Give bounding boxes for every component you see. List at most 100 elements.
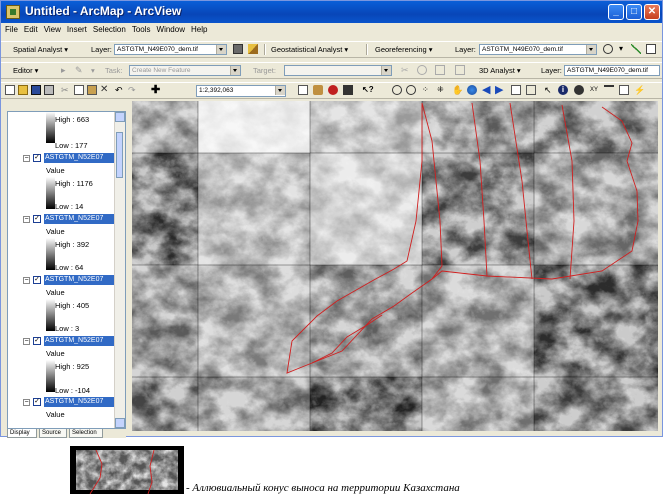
identify-icon[interactable]: i <box>558 85 568 95</box>
select-features-icon[interactable] <box>511 85 521 95</box>
layer-name[interactable]: ASTGTM_N52E07 <box>44 397 125 407</box>
title-bar: Untitled - ArcMap - ArcView _ □ ✕ <box>1 1 662 23</box>
forward-extent-icon[interactable]: ▶ <box>495 85 505 96</box>
redo-icon[interactable]: ↷ <box>128 85 138 95</box>
elevation-color-ramp <box>46 360 55 392</box>
rotate-icon[interactable] <box>603 44 613 54</box>
scroll-thumb[interactable] <box>116 132 123 178</box>
collapse-icon[interactable]: − <box>23 277 30 284</box>
split-tool-icon[interactable]: ✂ <box>401 65 411 75</box>
arctoolbox-icon[interactable] <box>313 85 323 95</box>
hyperlink-icon[interactable] <box>619 85 629 95</box>
sketch-properties-icon[interactable] <box>455 65 465 75</box>
paste-icon[interactable] <box>87 85 97 95</box>
menu-file[interactable]: File <box>1 23 20 34</box>
toc-scrollbar[interactable] <box>114 112 125 428</box>
pan-icon[interactable]: ✋ <box>452 85 463 95</box>
menu-edit[interactable]: Edit <box>20 23 40 34</box>
minimize-button[interactable]: _ <box>608 4 624 20</box>
sketch-dropdown-icon[interactable]: ▾ <box>91 65 95 76</box>
select-elements-icon[interactable]: ↖ <box>544 85 554 95</box>
fixed-zoom-out-icon[interactable]: ⁜ <box>437 85 447 95</box>
collapse-icon[interactable]: − <box>23 338 30 345</box>
menu-tools[interactable]: Tools <box>128 23 153 34</box>
layer-name[interactable]: ASTGTM_N52E07 <box>44 336 125 346</box>
save-icon[interactable] <box>31 85 41 95</box>
tab-source[interactable]: Source <box>39 429 67 438</box>
undo-icon[interactable]: ↶ <box>115 85 125 95</box>
cut-icon[interactable]: ✂ <box>61 85 71 95</box>
new-document-icon[interactable] <box>5 85 15 95</box>
standard-toolbar: ✂ ✕ ↶ ↷ ✚ 1:2,392,063 ↖? ⁘ ⁜ ✋ ◀ ▶ ↖ i X… <box>1 82 662 99</box>
3d-layer-select[interactable]: ASTGTM_N49E070_dem.tif <box>564 65 660 76</box>
close-button[interactable]: ✕ <box>644 4 660 20</box>
tab-selection[interactable]: Selection <box>69 429 103 438</box>
editor-menu[interactable]: Editor ▾ <box>13 65 38 76</box>
chevron-down-icon <box>216 45 226 54</box>
histogram-icon[interactable] <box>233 44 243 54</box>
arccatalog-icon[interactable] <box>328 85 338 95</box>
layer-visibility-checkbox[interactable]: ✓ <box>33 215 41 223</box>
print-icon[interactable] <box>44 85 54 95</box>
go-to-xy-icon[interactable]: XY <box>590 85 600 95</box>
layer-visibility-checkbox[interactable]: ✓ <box>33 154 41 162</box>
tab-display[interactable]: Display <box>7 429 37 438</box>
open-folder-icon[interactable] <box>18 85 28 95</box>
collapse-icon[interactable]: − <box>23 216 30 223</box>
layer-name[interactable]: ASTGTM_N52E07 <box>44 275 125 285</box>
lightning-icon[interactable]: ⚡ <box>634 85 645 95</box>
task-label: Task: <box>105 66 123 75</box>
layer-visibility-checkbox[interactable]: ✓ <box>33 276 41 284</box>
collapse-icon[interactable]: − <box>23 399 30 406</box>
back-extent-icon[interactable]: ◀ <box>482 85 492 96</box>
whats-this-icon[interactable]: ↖? <box>362 85 374 95</box>
edit-tool-icon[interactable]: ▸ <box>61 65 71 75</box>
spatial-layer-select[interactable]: ASTGTM_N49E070_dem.tif <box>114 44 227 55</box>
scroll-down-icon[interactable] <box>115 418 125 428</box>
georef-layer-select[interactable]: ASTGTM_N49E070_dem.tif <box>479 44 597 55</box>
high-value-label: High : 405 <box>55 301 90 310</box>
menu-help[interactable]: Help <box>187 23 209 34</box>
layer-name[interactable]: ASTGTM_N52E07 <box>44 153 125 163</box>
add-data-icon[interactable]: ✚ <box>151 85 161 96</box>
full-extent-icon[interactable] <box>467 85 477 95</box>
map-display[interactable] <box>132 101 658 431</box>
3d-analyst-menu[interactable]: 3D Analyst ▾ <box>479 65 521 76</box>
maximize-button[interactable]: □ <box>626 4 642 20</box>
chevron-down-icon <box>586 45 596 54</box>
find-icon[interactable] <box>574 85 584 95</box>
dropdown-arrow-icon[interactable]: ▾ <box>619 44 629 54</box>
scroll-up-icon[interactable] <box>115 112 125 122</box>
menu-selection[interactable]: Selection <box>89 23 128 34</box>
raster-icon[interactable] <box>248 44 258 54</box>
zoom-in-icon[interactable] <box>392 85 402 95</box>
geostatistical-analyst-menu[interactable]: Geostatistical Analyst ▾ <box>271 44 348 55</box>
add-control-point-icon[interactable] <box>631 44 641 54</box>
fixed-zoom-in-icon[interactable]: ⁘ <box>422 85 432 95</box>
command-line-icon[interactable] <box>343 85 353 95</box>
zoom-out-icon[interactable] <box>406 85 416 95</box>
menu-insert[interactable]: Insert <box>63 23 89 34</box>
layer-visibility-checkbox[interactable]: ✓ <box>33 398 41 406</box>
rotate-tool-icon[interactable] <box>417 65 427 75</box>
layer-name[interactable]: ASTGTM_N52E07 <box>44 214 125 224</box>
clear-selection-icon[interactable] <box>526 85 536 95</box>
map-scale-select[interactable]: 1:2,392,063 <box>196 85 286 97</box>
target-select[interactable] <box>284 65 392 76</box>
georeferencing-menu[interactable]: Georeferencing ▾ <box>375 44 433 55</box>
menu-view[interactable]: View <box>40 23 63 34</box>
toc-tabs: Display Source Selection <box>7 429 126 438</box>
attributes-icon[interactable] <box>435 65 445 75</box>
spatial-analyst-menu[interactable]: Spatial Analyst ▾ <box>13 44 68 55</box>
link-table-icon[interactable] <box>646 44 656 54</box>
collapse-icon[interactable]: − <box>23 155 30 162</box>
low-value-label: Low : -104 <box>55 386 91 395</box>
editor-toolbar-icon[interactable] <box>298 85 308 95</box>
menu-window[interactable]: Window <box>153 23 187 34</box>
layer-visibility-checkbox[interactable]: ✓ <box>33 337 41 345</box>
delete-icon[interactable]: ✕ <box>100 85 110 95</box>
task-select[interactable]: Create New Feature <box>129 65 241 76</box>
sketch-tool-icon[interactable]: ✎ <box>75 65 85 75</box>
copy-icon[interactable] <box>74 85 84 95</box>
measure-icon[interactable] <box>604 85 614 95</box>
